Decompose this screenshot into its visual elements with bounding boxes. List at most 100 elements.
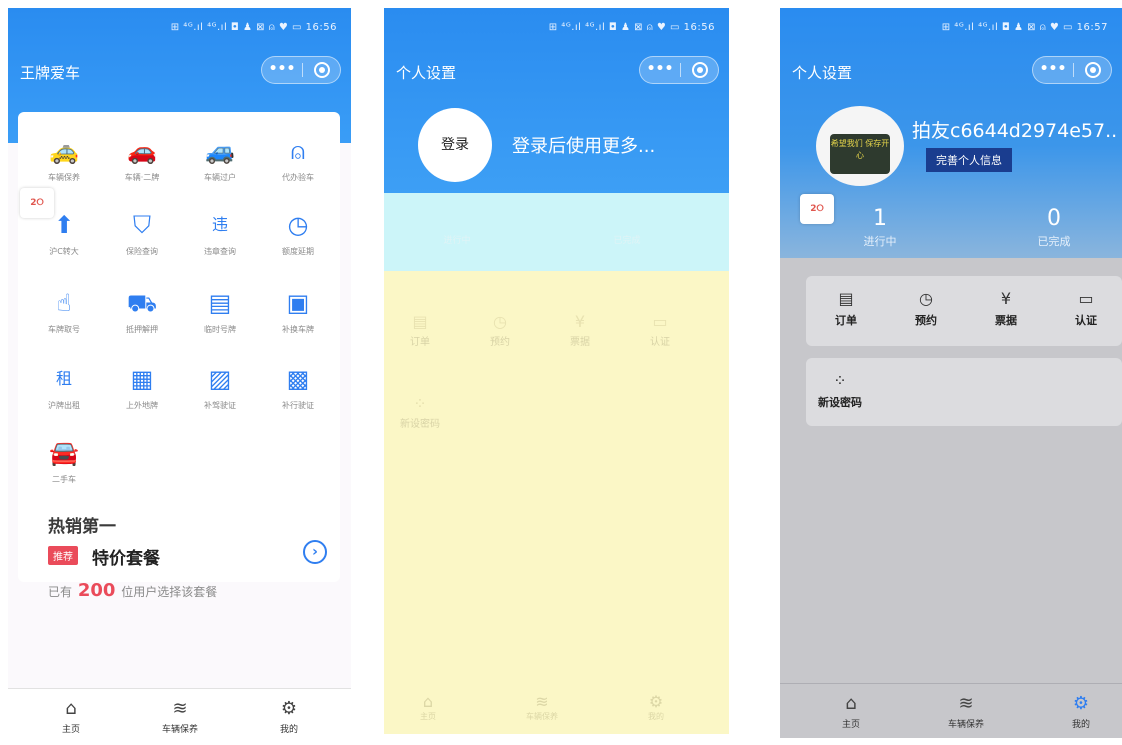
- tab-maintenance[interactable]: ≋ 车辆保养: [145, 698, 215, 736]
- grid-item-mortgage[interactable]: ⛟ 抵押解押: [106, 288, 178, 335]
- home-icon: ⌂: [65, 698, 77, 719]
- grid-item-inspection[interactable]: ⍝ 代办验车: [262, 136, 334, 183]
- menu-orders[interactable]: ▤ 订单: [390, 312, 450, 348]
- menu-verify[interactable]: ▭ 认证: [630, 312, 690, 348]
- car-mortgage-icon: ⛟: [126, 289, 158, 317]
- receipt-icon: ¥: [574, 312, 586, 331]
- license-icon: ▨: [208, 365, 232, 393]
- mini-program-capsule[interactable]: •••: [639, 56, 719, 84]
- home-icon: ⌂: [845, 693, 857, 714]
- person-icon: ⍝: [290, 137, 306, 165]
- id-card-icon: ▭: [652, 312, 668, 331]
- car-front-icon: 🚕: [49, 137, 79, 165]
- menu-appointment[interactable]: ◷ 预约: [896, 288, 956, 328]
- plate-icon: ▣: [286, 289, 310, 317]
- temp-plate-icon: ▤: [208, 289, 232, 317]
- grid-item-violation[interactable]: 违违章查询: [184, 210, 256, 257]
- menu-card-extra: ⁘ 新设密码: [806, 358, 1122, 426]
- bottom-tab-bar: ⌂ 主页 ≋ 车辆保养 ⚙ 我的: [780, 683, 1122, 738]
- timer-icon: ◷: [493, 312, 507, 331]
- menu-receipts[interactable]: ¥ 票据: [550, 312, 610, 348]
- status-bar: ⊞ ⁴ᴳ.ıl ⁴ᴳ.ıl ◘ ♟ ⊠ ⍝ ♥ ▭ 16:56: [548, 22, 715, 33]
- menu-new-password[interactable]: ⁘ 新设密码: [810, 370, 870, 410]
- phone-home-screen: ⊞ ⁴ᴳ.ıl ⁴ᴳ.ıl ◘ ♟ ⊠ ⍝ ♥ ▭ 16:56 王牌爱车 •••…: [8, 8, 351, 743]
- grid-item-plate[interactable]: 🚗 车辆·二牌: [106, 136, 178, 183]
- page-title: 个人设置: [396, 64, 457, 82]
- menu-new-password[interactable]: ⁘ 新设密码: [390, 394, 450, 430]
- grid-item-extension[interactable]: ◷ 额度延期: [262, 210, 334, 257]
- mini-program-capsule[interactable]: •••: [1032, 56, 1112, 84]
- grid-item-replace-plate[interactable]: ▣ 补换车牌: [262, 288, 334, 335]
- layers-icon: ≋: [172, 698, 188, 719]
- status-bar: ⊞ ⁴ᴳ.ıl ⁴ᴳ.ıl ◘ ♟ ⊠ ⍝ ♥ ▭ 16:57: [941, 22, 1108, 33]
- login-button[interactable]: 登录: [418, 108, 492, 182]
- receipt-icon: ¥: [1000, 289, 1012, 308]
- car-transfer-icon: 🚙: [205, 137, 235, 165]
- more-icon[interactable]: •••: [1033, 57, 1073, 83]
- bottom-tab-bar: ⌂ 主页 ≋ 车辆保养 ⚙ 我的: [8, 688, 351, 743]
- tab-maintenance[interactable]: ≋ 车辆保养: [931, 693, 1001, 731]
- close-circle-icon[interactable]: [314, 62, 330, 78]
- tab-home[interactable]: ⌂ 主页: [816, 693, 886, 731]
- grid-item-used-car[interactable]: 🚘 二手车: [28, 438, 100, 485]
- keypad-icon: ⁘: [833, 371, 847, 390]
- login-hint: 登录后使用更多...: [512, 136, 656, 157]
- rent-icon: 租: [55, 369, 72, 388]
- page-title: 个人设置: [792, 64, 853, 82]
- grid-item-driver-license[interactable]: ▨ 补驾驶证: [184, 364, 256, 411]
- stat-in-progress[interactable]: 进行中: [412, 233, 502, 246]
- hand-tap-icon: ☝: [56, 289, 72, 317]
- gear-icon: ⚙: [1072, 693, 1090, 714]
- mini-program-capsule[interactable]: •••: [261, 56, 341, 84]
- id-card-icon: ▭: [1078, 289, 1094, 308]
- menu-orders[interactable]: ▤ 订单: [816, 288, 876, 328]
- tab-maintenance[interactable]: ≋ 车辆保养: [512, 692, 572, 722]
- stat-completed[interactable]: 0 已完成: [994, 206, 1114, 249]
- grid-item-transfer[interactable]: 🚙 车辆过户: [184, 136, 256, 183]
- close-circle-icon[interactable]: [692, 62, 708, 78]
- recommend-tag: 推荐: [48, 546, 78, 565]
- stat-completed[interactable]: 已完成: [582, 233, 672, 246]
- users-count-text: 已有 200 位用户选择该套餐: [48, 580, 218, 601]
- layers-icon: ≋: [535, 692, 549, 711]
- grid-item-external-plate[interactable]: ▦ 上外地牌: [106, 364, 178, 411]
- phone-settings-logged-in: ⊞ ⁴ᴳ.ıl ⁴ᴳ.ıl ◘ ♟ ⊠ ⍝ ♥ ▭ 16:57 个人设置 •••…: [780, 8, 1122, 738]
- card-check-icon: ▩: [286, 365, 310, 393]
- close-circle-icon[interactable]: [1085, 62, 1101, 78]
- menu-appointment[interactable]: ◷ 预约: [470, 312, 530, 348]
- grid-item-insurance[interactable]: ⛉ 保险查询: [106, 210, 178, 257]
- violation-icon: 违: [211, 215, 228, 234]
- menu-verify[interactable]: ▭ 认证: [1056, 288, 1116, 328]
- complete-profile-button[interactable]: 完善个人信息: [926, 148, 1012, 172]
- nickname: 拍友c6644d2974e57..: [912, 120, 1118, 142]
- menu-card: ▤ 订单 ◷ 预约 ¥ 票据 ▭ 认证: [806, 276, 1122, 346]
- grid-item-vehicle-license[interactable]: ▩ 补行驶证: [262, 364, 334, 411]
- used-car-icon: 🚘: [49, 439, 79, 467]
- gear-icon: ⚙: [280, 698, 298, 719]
- tab-mine[interactable]: ⚙ 我的: [626, 692, 686, 722]
- stat-in-progress[interactable]: 1 进行中: [820, 206, 940, 249]
- package-name[interactable]: 特价套餐: [92, 544, 160, 569]
- stats-band: [384, 193, 729, 271]
- layers-icon: ≋: [958, 693, 974, 714]
- phone-settings-logged-out: ⊞ ⁴ᴳ.ıl ⁴ᴳ.ıl ◘ ♟ ⊠ ⍝ ♥ ▭ 16:56 个人设置 •••…: [384, 8, 729, 734]
- home-icon: ⌂: [422, 692, 434, 711]
- floating-badge-icon[interactable]: 2⭘: [20, 188, 54, 218]
- grid-item-plate-number[interactable]: ☝ 车牌取号: [28, 288, 100, 335]
- menu-receipts[interactable]: ¥ 票据: [976, 288, 1036, 328]
- chevron-right-icon[interactable]: ›: [303, 540, 327, 564]
- avatar-image: 希望我们 保存开心: [830, 134, 890, 174]
- tab-mine[interactable]: ⚙ 我的: [254, 698, 324, 736]
- tab-home[interactable]: ⌂ 主页: [398, 692, 458, 722]
- grid-item-rent[interactable]: 租沪牌出租: [28, 364, 100, 411]
- grid-item-maintenance[interactable]: 🚕 车辆保养: [28, 136, 100, 183]
- tab-mine[interactable]: ⚙ 我的: [1046, 693, 1116, 731]
- order-icon: ▤: [412, 312, 428, 331]
- avatar[interactable]: 希望我们 保存开心: [816, 106, 904, 186]
- status-bar: ⊞ ⁴ᴳ.ıl ⁴ᴳ.ıl ◘ ♟ ⊠ ⍝ ♥ ▭ 16:56: [170, 22, 337, 33]
- grid-item-temp-plate[interactable]: ▤ 临时号牌: [184, 288, 256, 335]
- more-icon[interactable]: •••: [262, 57, 302, 83]
- order-icon: ▤: [838, 289, 854, 308]
- tab-home[interactable]: ⌂ 主页: [36, 698, 106, 736]
- more-icon[interactable]: •••: [640, 57, 680, 83]
